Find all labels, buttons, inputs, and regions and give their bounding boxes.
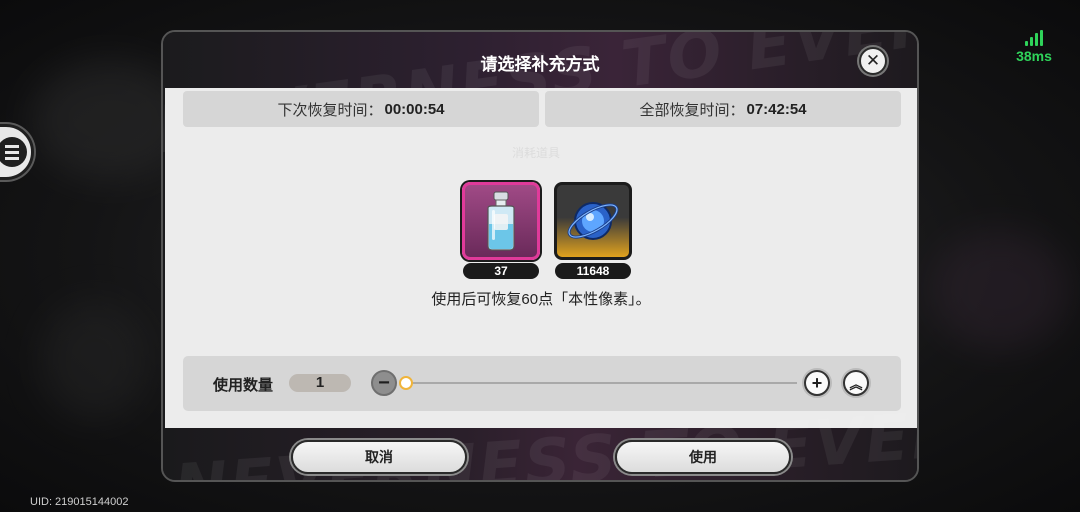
quantity-selector: 使用数量 1 − + ︽ — [183, 356, 901, 411]
double-chevron-up-icon: ︽ — [849, 376, 863, 392]
item-potion[interactable]: 37 — [462, 182, 540, 279]
side-menu-button[interactable] — [0, 124, 34, 180]
dialog-content: 下次恢复时间： 00:00:54 全部恢复时间： 07:42:54 消耗道具 3… — [165, 88, 917, 428]
close-button[interactable]: ✕ — [859, 47, 887, 75]
menu-icon — [0, 137, 27, 167]
potion-bottle-icon — [487, 191, 515, 251]
max-button[interactable]: ︽ — [843, 370, 869, 396]
use-button[interactable]: 使用 — [615, 440, 791, 474]
close-icon: ✕ — [865, 51, 881, 70]
ping-value: 38ms — [1016, 48, 1052, 64]
item-count: 37 — [463, 263, 539, 279]
background-blur — [40, 300, 150, 420]
crystal-orb-icon — [567, 202, 619, 240]
quantity-slider-track[interactable] — [401, 382, 797, 384]
full-recovery-label: 全部恢复时间： — [639, 101, 745, 119]
faint-section-label: 消耗道具 — [512, 146, 561, 160]
item-description: 使用后可恢复60点「本性像素」。 — [431, 291, 651, 308]
network-latency: 38ms — [1004, 30, 1064, 64]
plus-icon: + — [811, 372, 823, 393]
refill-dialog: NEVERNESS TO EVERNESS 请选择补充方式 ✕ 下次恢复时间： … — [161, 30, 919, 482]
dialog-header: NEVERNESS TO EVERNESS 请选择补充方式 ✕ — [163, 32, 917, 168]
quantity-value: 1 — [289, 374, 351, 392]
quantity-label: 使用数量 — [213, 377, 274, 394]
item-crystal[interactable]: 11648 — [554, 182, 632, 279]
cancel-button[interactable]: 取消 — [291, 440, 467, 474]
item-frame — [554, 182, 632, 260]
quantity-slider-thumb[interactable] — [399, 376, 413, 390]
minus-icon: − — [378, 372, 390, 394]
signal-icon — [1004, 30, 1064, 46]
full-recovery-box: 全部恢复时间： 07:42:54 — [545, 91, 901, 127]
full-recovery-time: 07:42:54 — [746, 100, 807, 118]
dialog-title: 请选择补充方式 — [480, 55, 600, 74]
increase-button[interactable]: + — [804, 370, 830, 396]
background-blur — [930, 230, 1070, 350]
next-recovery-label: 下次恢复时间： — [277, 101, 383, 119]
next-recovery-box: 下次恢复时间： 00:00:54 — [183, 91, 539, 127]
item-count: 11648 — [555, 263, 631, 279]
next-recovery-time: 00:00:54 — [384, 100, 445, 118]
uid-label: UID: 219015144002 — [30, 496, 129, 508]
item-frame — [462, 182, 540, 260]
dialog-footer: NEVERNESS TO EVERNESS 取消 使用 — [163, 384, 917, 480]
decrease-button[interactable]: − — [371, 370, 397, 396]
